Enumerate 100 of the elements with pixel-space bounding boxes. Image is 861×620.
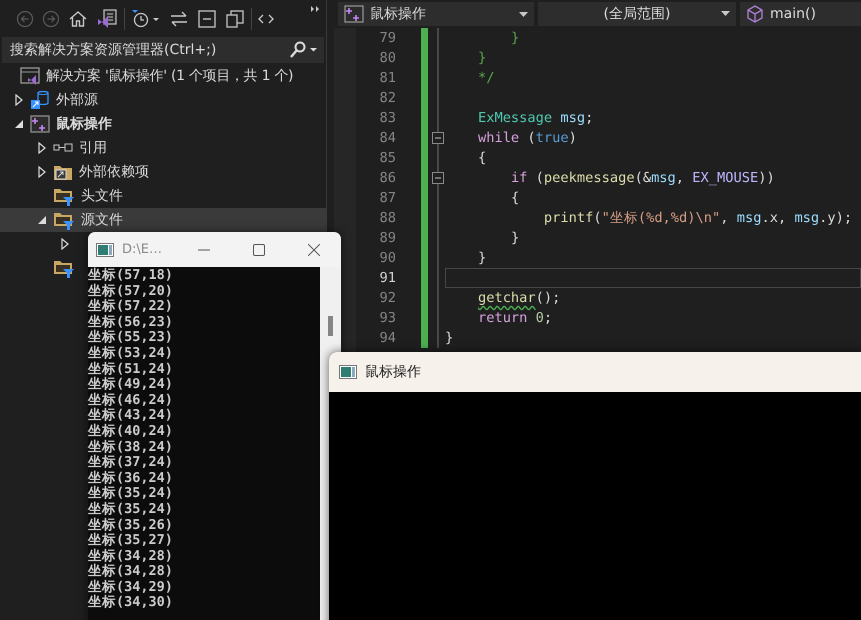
line-number: 80 xyxy=(378,50,397,66)
console-output-line: 坐标(34,29) xyxy=(88,580,174,595)
line-number: 91 xyxy=(378,270,397,286)
console-output-line: 坐标(43,24) xyxy=(88,408,174,424)
console-output-line: 坐标(34,28) xyxy=(88,548,174,564)
switch-view-icon[interactable] xyxy=(96,8,118,28)
search-icon[interactable] xyxy=(288,41,318,59)
code-line: } xyxy=(476,49,486,68)
dropdown-caret-icon xyxy=(721,11,730,16)
line-number: 88 xyxy=(378,210,397,226)
console-output-line: 坐标(36,24) xyxy=(88,470,174,486)
code-line: getchar(); xyxy=(476,289,560,308)
code-line: printf("坐标(%d,%d)\n", msg.x, msg.y); xyxy=(542,209,852,228)
line-number: 83 xyxy=(378,110,397,126)
scrollbar-thumb[interactable] xyxy=(328,316,333,336)
line-number: 79 xyxy=(378,30,397,46)
search-field[interactable]: 搜索解决方案资源管理器(Ctrl+;) xyxy=(2,37,324,63)
expanded-icon[interactable] xyxy=(37,215,47,225)
collapsed-icon[interactable] xyxy=(37,166,47,178)
project-dropdown[interactable]: 鼠标操作 xyxy=(338,2,534,26)
app-icon xyxy=(96,242,114,256)
collapsed-icon[interactable] xyxy=(37,142,47,154)
filter-folder-icon xyxy=(53,186,75,206)
tree-row[interactable]: 外部源 xyxy=(0,88,98,112)
home-icon[interactable] xyxy=(68,10,88,28)
close-icon xyxy=(308,244,320,256)
filter-folder-icon xyxy=(53,258,75,278)
tree-row[interactable]: 头文件 xyxy=(0,184,123,208)
console-output-line: 坐标(56,23) xyxy=(88,314,174,330)
collapse-box-icon[interactable] xyxy=(432,128,444,148)
tree-row[interactable]: 鼠标操作 xyxy=(0,112,112,136)
overflow-icon[interactable] xyxy=(310,6,320,12)
code-line: } xyxy=(510,229,520,248)
line-number: 90 xyxy=(378,250,397,266)
line-number: 85 xyxy=(378,150,397,166)
code-line: while (true) xyxy=(476,129,577,148)
code-icon[interactable] xyxy=(258,12,274,26)
console-output-line: 坐标(34,28) xyxy=(88,564,174,580)
filter-folder-icon xyxy=(53,210,75,230)
sync-icon[interactable] xyxy=(169,10,189,28)
app-icon xyxy=(339,365,357,379)
collapsed-icon[interactable] xyxy=(60,238,70,250)
console-output-line: 坐标(38,24) xyxy=(88,440,174,455)
project-icon xyxy=(344,5,364,23)
code-line: if (peekmessage(&msg, EX_MOUSE)) xyxy=(510,169,775,188)
code-line: } xyxy=(476,249,486,268)
window-title: 鼠标操作 xyxy=(365,363,421,381)
dropdown-caret-icon xyxy=(519,12,528,16)
console-output-line: 坐标(34,30) xyxy=(88,595,174,612)
line-number: 87 xyxy=(378,190,397,206)
line-number: 86 xyxy=(378,170,397,186)
window-title: D:\E… xyxy=(122,242,162,257)
console-output-line: 坐标(49,24) xyxy=(88,377,174,392)
history-icon[interactable] xyxy=(131,8,161,28)
solution-icon xyxy=(20,67,40,85)
cube-icon xyxy=(746,5,764,23)
console-output-line: 坐标(57,22) xyxy=(88,299,174,314)
database-icon xyxy=(30,90,50,110)
tree-row[interactable]: 引用 xyxy=(0,136,107,160)
maximize-icon xyxy=(252,244,264,256)
collapse-box-icon[interactable] xyxy=(432,168,444,188)
line-number: 93 xyxy=(378,310,397,326)
code-line: } xyxy=(510,29,520,48)
line-number: 92 xyxy=(378,290,397,306)
code-line: return 0; xyxy=(476,309,552,328)
code-line: { xyxy=(510,189,520,208)
tree-row[interactable]: 外部依赖项 xyxy=(0,160,149,184)
console-output-line: 坐标(35,27) xyxy=(88,533,174,548)
line-number: 81 xyxy=(378,70,397,86)
line-number: 94 xyxy=(378,330,397,346)
minimize-icon xyxy=(198,248,210,250)
console-output-line: 坐标(35,26) xyxy=(88,518,174,532)
scope-dropdown[interactable]: (全局范围) xyxy=(538,2,736,26)
console-output-line: 坐标(57,18) xyxy=(88,268,174,284)
console-output-line: 坐标(51,24) xyxy=(88,362,174,377)
console-output-line: 坐标(35,24) xyxy=(88,486,174,502)
folder-icon xyxy=(53,163,73,181)
code-line: ExMessage msg; xyxy=(476,109,594,128)
console-output-line: 坐标(46,24) xyxy=(88,392,174,408)
expanded-icon[interactable] xyxy=(14,119,24,129)
line-number: 82 xyxy=(378,90,397,106)
console-output-line: 坐标(55,23) xyxy=(88,330,174,346)
collapsed-icon[interactable] xyxy=(14,94,24,106)
references-icon xyxy=(53,142,73,154)
console-output-line: 坐标(37,24) xyxy=(88,455,174,470)
line-number: 84 xyxy=(378,130,397,146)
console-output-line: 坐标(40,24) xyxy=(88,424,174,440)
code-line: } xyxy=(445,329,454,348)
console-output-line: 坐标(57,20) xyxy=(88,284,174,299)
line-number: 89 xyxy=(378,230,397,246)
selected-tree-row[interactable]: 源文件 xyxy=(0,208,326,232)
console-output-line: 坐标(53,24) xyxy=(88,346,174,362)
code-line: */ xyxy=(476,69,494,88)
console-output-line: 坐标(35,24) xyxy=(88,502,174,518)
member-dropdown[interactable]: main() xyxy=(740,2,861,26)
collapse-icon[interactable] xyxy=(197,8,217,28)
tree-row[interactable]: 解决方案 '鼠标操作' (1 个项目，共 1 个) xyxy=(0,64,294,88)
project-icon xyxy=(30,115,50,133)
code-line: { xyxy=(476,149,486,168)
pages-icon[interactable] xyxy=(225,8,245,28)
